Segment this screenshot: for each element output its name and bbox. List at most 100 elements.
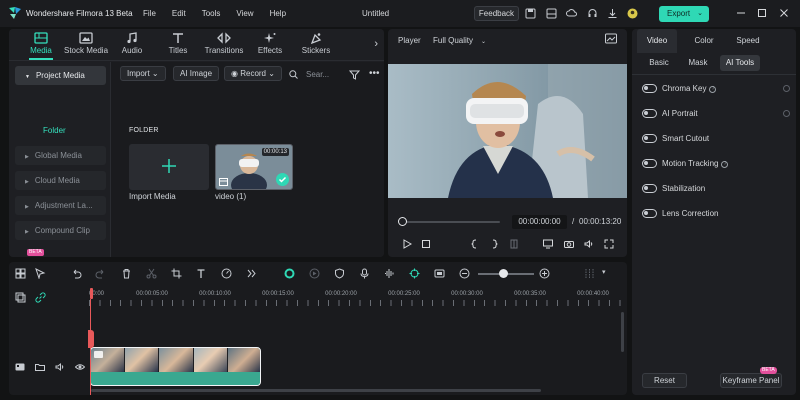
undo-icon[interactable] [71, 268, 82, 279]
chevron-right-icon[interactable]: › [374, 38, 378, 50]
stop-icon[interactable] [421, 239, 431, 249]
menu-file[interactable]: File [143, 9, 156, 18]
subtab-basic[interactable]: Basic [641, 55, 677, 71]
video-preview[interactable] [388, 64, 627, 198]
video-thumbnail[interactable]: 00:00:13 [215, 144, 293, 190]
motion-tracking-toggle[interactable] [642, 159, 657, 168]
select-cursor-icon[interactable] [35, 268, 46, 279]
speed-icon[interactable] [221, 268, 232, 279]
mark-out-icon[interactable] [489, 239, 499, 249]
volume-icon[interactable] [55, 362, 65, 372]
playback-progress-track[interactable] [402, 221, 500, 223]
ai-portrait-toggle[interactable] [642, 109, 657, 118]
keyframe-icon[interactable] [783, 110, 790, 117]
render-icon[interactable] [309, 268, 320, 279]
snapshot-icon[interactable] [605, 33, 617, 44]
tab-stock-media[interactable]: Stock Media [64, 32, 108, 60]
save-icon[interactable] [525, 8, 536, 19]
marker-icon[interactable] [434, 268, 445, 279]
clip-marker-icon[interactable] [509, 239, 519, 249]
chroma-key-toggle[interactable] [642, 84, 657, 93]
filter-icon[interactable] [349, 69, 360, 80]
timeline-vertical-scrollbar[interactable] [621, 312, 624, 352]
microphone-icon[interactable] [359, 268, 370, 279]
caret-down-icon[interactable]: ▾ [602, 268, 606, 276]
play-icon[interactable] [402, 239, 412, 249]
tab-color[interactable]: Color [684, 29, 724, 53]
download-icon[interactable] [607, 8, 618, 19]
reset-button[interactable]: Reset [642, 373, 687, 388]
menu-view[interactable]: View [236, 9, 253, 18]
sidebar-item-cloud-media[interactable]: ▶ Cloud Media [15, 171, 106, 190]
more-tools-icon[interactable] [246, 268, 257, 279]
tab-media[interactable]: Media [19, 32, 63, 60]
timeline-horizontal-scrollbar[interactable] [91, 389, 541, 392]
headset-icon[interactable] [587, 8, 598, 19]
smart-cutout-toggle[interactable] [642, 134, 657, 143]
import-media-tile[interactable] [129, 144, 209, 190]
more-options-icon[interactable]: ••• [369, 68, 380, 79]
camera-icon[interactable] [564, 239, 574, 249]
help-icon[interactable]: ? [721, 161, 729, 168]
minimize-icon[interactable] [735, 7, 747, 19]
keyframe-panel-button[interactable]: Keyframe Panel [720, 373, 782, 388]
close-icon[interactable] [778, 7, 790, 19]
sidebar-item-folder[interactable]: Folder [43, 126, 66, 135]
snap-icon[interactable] [409, 268, 420, 279]
maximize-icon[interactable] [756, 7, 768, 19]
timeline-ruler[interactable]: 00:00 00:00:05:00 00:00:10:00 00:00:15:0… [89, 288, 627, 306]
menu-tools[interactable]: Tools [202, 9, 221, 18]
scissors-icon[interactable] [146, 268, 157, 279]
tab-stickers[interactable]: Stickers [294, 32, 338, 60]
subtab-mask[interactable]: Mask [681, 55, 715, 71]
eye-icon[interactable] [75, 362, 85, 372]
help-icon[interactable]: ? [709, 86, 717, 93]
tab-speed[interactable]: Speed [728, 29, 768, 53]
record-dropdown[interactable]: ◉ Record ⌄ [224, 66, 282, 81]
playhead-handle[interactable] [90, 288, 93, 299]
volume-icon[interactable] [584, 239, 594, 249]
lens-correction-toggle[interactable] [642, 209, 657, 218]
sidebar-item-global-media[interactable]: ▶ Global Media [15, 146, 106, 165]
search-input[interactable]: Sear... [306, 70, 329, 79]
sidebar-item-project-media[interactable]: ▼ Project Media [15, 66, 106, 85]
layout-grid-icon[interactable] [15, 268, 26, 279]
add-track-icon[interactable] [15, 292, 26, 303]
sidebar-item-compound-clip[interactable]: ▶ Compound Clip BETA [15, 221, 106, 256]
delete-icon[interactable] [121, 268, 132, 279]
tab-video[interactable]: Video [637, 29, 677, 53]
text-icon[interactable] [196, 268, 207, 279]
quality-dropdown[interactable]: Full Quality ⌄ [433, 36, 486, 45]
ai-image-button[interactable]: AI Image [173, 66, 220, 81]
layout-icon[interactable] [546, 8, 557, 19]
playback-progress-handle[interactable] [398, 217, 407, 226]
avatar-icon[interactable] [627, 8, 638, 19]
redo-icon[interactable] [95, 268, 106, 279]
shield-icon[interactable] [334, 268, 345, 279]
zoom-in-icon[interactable] [539, 268, 550, 279]
crop-icon[interactable] [171, 268, 182, 279]
cloud-upload-icon[interactable] [566, 8, 577, 19]
playhead-grip[interactable] [88, 330, 94, 348]
sidebar-item-adjustment-layer[interactable]: ▶ Adjustment La... [15, 196, 106, 215]
mark-in-icon[interactable] [470, 239, 480, 249]
timeline-video-clip[interactable] [90, 347, 261, 386]
tab-titles[interactable]: Titles [156, 32, 200, 60]
tab-audio[interactable]: Audio [110, 32, 154, 60]
folder-icon[interactable] [35, 362, 45, 372]
fullscreen-icon[interactable] [604, 239, 614, 249]
tab-transitions[interactable]: Transitions [202, 32, 246, 60]
stabilization-toggle[interactable] [642, 184, 657, 193]
grid-view-icon[interactable] [584, 268, 595, 279]
subtab-ai-tools[interactable]: AI Tools [720, 55, 760, 71]
keyframe-icon[interactable] [783, 85, 790, 92]
audio-wave-icon[interactable] [384, 268, 395, 279]
export-button[interactable]: Export ⌄ [659, 6, 709, 22]
display-icon[interactable] [543, 239, 553, 249]
menu-edit[interactable]: Edit [172, 9, 186, 18]
ai-mate-icon[interactable] [284, 268, 295, 279]
import-dropdown[interactable]: Import ⌄ [120, 66, 166, 81]
link-icon[interactable] [35, 292, 46, 303]
current-time[interactable]: 00:00:00:00 [512, 215, 567, 229]
feedback-button[interactable]: Feedback [474, 6, 519, 21]
